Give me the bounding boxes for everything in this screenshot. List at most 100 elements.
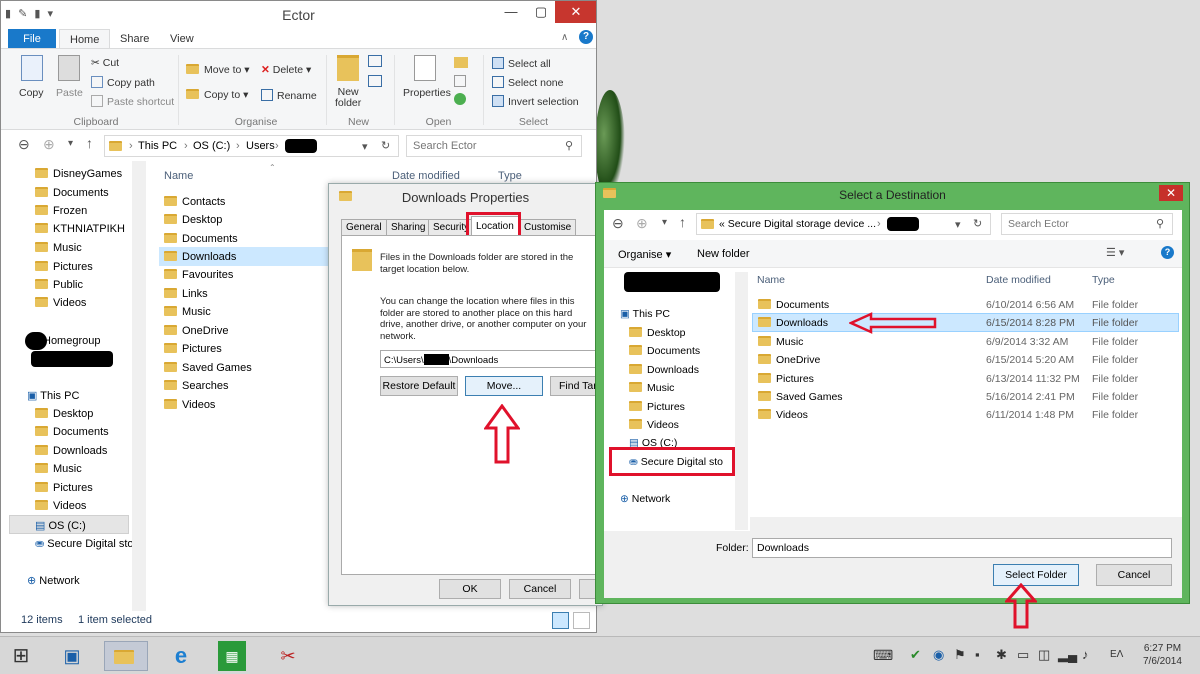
list-item[interactable]: Documents [164, 233, 238, 245]
file-explorer-icon[interactable] [104, 641, 148, 671]
organise-menu[interactable]: Organise ▾ [618, 248, 671, 261]
restore-default-button[interactable]: Restore Default [380, 376, 458, 396]
search-input[interactable]: Search Ector [413, 140, 477, 152]
tray-icon[interactable]: ◫ [1038, 647, 1050, 663]
copy-button[interactable]: Copy [19, 87, 44, 99]
table-row[interactable]: Documents [758, 299, 829, 311]
nav-item-public[interactable]: Public [35, 279, 83, 291]
column-date-modified[interactable]: Date modified [986, 274, 1051, 286]
search-input[interactable]: Search Ector [1008, 218, 1069, 230]
breadcrumb-path[interactable]: « Secure Digital storage device ... [719, 218, 876, 230]
nav-item-ktiniatriki[interactable]: ΚΤΗΝΙΑΤΡΙΚΗ [35, 223, 125, 235]
table-row[interactable]: Music [758, 336, 803, 348]
keyboard-icon[interactable]: ⌨ [873, 647, 893, 664]
up-button[interactable]: ↑ [679, 214, 686, 230]
move-button[interactable]: Move... [465, 376, 543, 396]
nav-item-pictures[interactable]: Pictures [35, 482, 93, 494]
list-item-selected[interactable]: Downloads [159, 247, 329, 266]
snipping-tool-icon[interactable]: ✂ [272, 641, 304, 671]
nav-item-pictures[interactable]: Pictures [35, 261, 93, 273]
location-path-input[interactable]: C:\Users\ \Downloads [380, 350, 602, 368]
table-row[interactable]: Videos [758, 409, 808, 421]
new-folder-button[interactable]: New folder [335, 87, 361, 109]
back-button[interactable]: ⊖ [612, 215, 624, 232]
dropdown-chevron-icon[interactable]: ▾ [362, 140, 368, 153]
forward-button[interactable]: ⊕ [43, 136, 55, 153]
nav-item-pictures[interactable]: Pictures [629, 401, 685, 413]
breadcrumb-this-pc[interactable]: This PC [138, 140, 177, 152]
network-signal-icon[interactable]: ▂▄ [1058, 647, 1077, 663]
nav-item-frozen[interactable]: Frozen [35, 205, 87, 217]
column-type[interactable]: Type [498, 170, 522, 182]
nav-item-downloads[interactable]: Downloads [35, 445, 107, 457]
tray-app-icon[interactable]: ◉ [933, 647, 944, 663]
invert-selection-button[interactable]: Invert selection [492, 95, 579, 108]
help-icon[interactable]: ? [579, 30, 593, 44]
maximize-button[interactable]: ▢ [527, 1, 555, 23]
list-item[interactable]: Saved Games [164, 362, 252, 374]
copy-path-button[interactable]: Copy path [91, 76, 155, 89]
internet-explorer-icon[interactable]: e [165, 641, 197, 671]
list-item[interactable]: Contacts [164, 196, 225, 208]
breadcrumb-os-c[interactable]: OS (C:) [193, 140, 230, 152]
paste-shortcut-button[interactable]: Paste shortcut [91, 95, 174, 108]
column-type[interactable]: Type [1092, 274, 1115, 286]
nav-item-network[interactable]: ⊕ Network [620, 493, 670, 505]
nav-item-music[interactable]: Music [35, 463, 82, 475]
breadcrumb-users[interactable]: Users [246, 140, 275, 152]
horizontal-scrollbar[interactable] [750, 517, 1182, 531]
back-button[interactable]: ⊖ [18, 136, 30, 153]
nav-scrollbar[interactable] [132, 161, 146, 611]
list-item[interactable]: Favourites [164, 269, 233, 281]
delete-button[interactable]: ✕ Delete ▾ [261, 64, 311, 76]
close-button[interactable]: ✕ [555, 1, 596, 23]
tab-file[interactable]: File [8, 29, 56, 49]
tray-icon[interactable]: ▪ [975, 647, 980, 662]
tab-home[interactable]: Home [59, 29, 111, 49]
column-name[interactable]: Name [757, 274, 785, 286]
refresh-icon[interactable]: ↻ [973, 217, 982, 230]
folder-input[interactable]: Downloads [752, 538, 1172, 558]
view-options-icon[interactable]: ☰ ▾ [1106, 246, 1124, 259]
search-box[interactable]: Search Ector ⚲ [406, 135, 582, 157]
column-date-modified[interactable]: Date modified [392, 170, 460, 182]
nav-item-music[interactable]: Music [35, 242, 82, 254]
edit-icon[interactable] [454, 75, 466, 87]
ok-button[interactable]: OK [439, 579, 501, 599]
nav-item-videos[interactable]: Videos [629, 419, 679, 431]
recent-chevron-icon[interactable]: ▾ [68, 138, 73, 149]
tab-customise[interactable]: Customise [519, 219, 577, 235]
cancel-button[interactable]: Cancel [1096, 564, 1172, 586]
history-icon[interactable] [454, 93, 466, 105]
select-none-button[interactable]: Select none [492, 76, 563, 89]
remote-desktop-icon[interactable]: ▣ [56, 641, 88, 671]
nav-item-os-c[interactable]: ▤ OS (C:) [9, 515, 129, 534]
store-icon[interactable]: ▦ [218, 641, 246, 671]
windows-start-icon[interactable]: ⊞ [5, 641, 37, 671]
tab-general[interactable]: General [341, 219, 387, 235]
new-item-icon[interactable] [368, 55, 382, 67]
tray-icon[interactable]: ✱ [996, 647, 1007, 663]
nav-item-documents[interactable]: Documents [35, 426, 109, 438]
easy-access-icon[interactable] [368, 75, 382, 87]
nav-item-desktop[interactable]: Desktop [629, 327, 686, 339]
tab-sharing[interactable]: Sharing [386, 219, 431, 235]
tray-check-icon[interactable]: ✔ [910, 647, 921, 663]
column-name[interactable]: Name [164, 170, 193, 182]
details-view-icon[interactable] [552, 612, 569, 629]
nav-item-videos[interactable]: Videos [35, 297, 86, 309]
volume-icon[interactable]: ♪ [1082, 647, 1089, 662]
paste-button[interactable]: Paste [56, 87, 83, 99]
language-indicator[interactable]: EΛ [1110, 649, 1123, 660]
table-row-selected[interactable]: Downloads 6/15/2014 8:28 PM File folder [752, 313, 1179, 332]
nav-item-music[interactable]: Music [629, 382, 674, 394]
select-all-button[interactable]: Select all [492, 57, 551, 70]
list-item[interactable]: OneDrive [164, 325, 228, 337]
search-box[interactable]: Search Ector ⚲ [1001, 213, 1173, 235]
forward-button[interactable]: ⊕ [636, 215, 648, 232]
clock[interactable]: 6:27 PM 7/6/2014 [1143, 642, 1182, 668]
nav-item-documents[interactable]: Documents [629, 345, 700, 357]
nav-item-desktop[interactable]: Desktop [35, 408, 93, 420]
list-item[interactable]: Pictures [164, 343, 222, 355]
list-item[interactable]: Desktop [164, 214, 222, 226]
